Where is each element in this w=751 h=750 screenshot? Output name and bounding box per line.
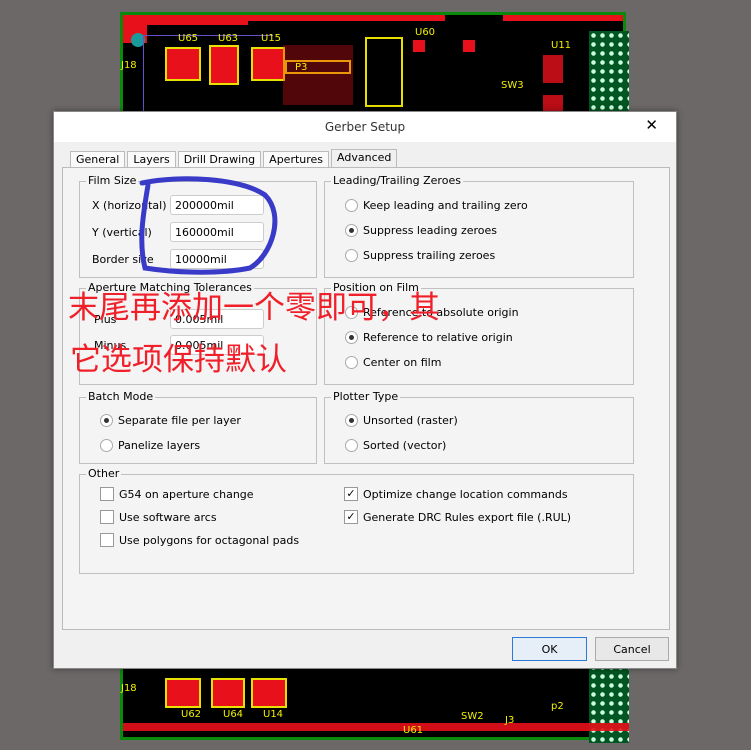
annotation-text-line1: 末尾再添加一个零即可，其: [68, 290, 440, 326]
annotation-text-line2: 它选项保持默认: [70, 342, 287, 378]
